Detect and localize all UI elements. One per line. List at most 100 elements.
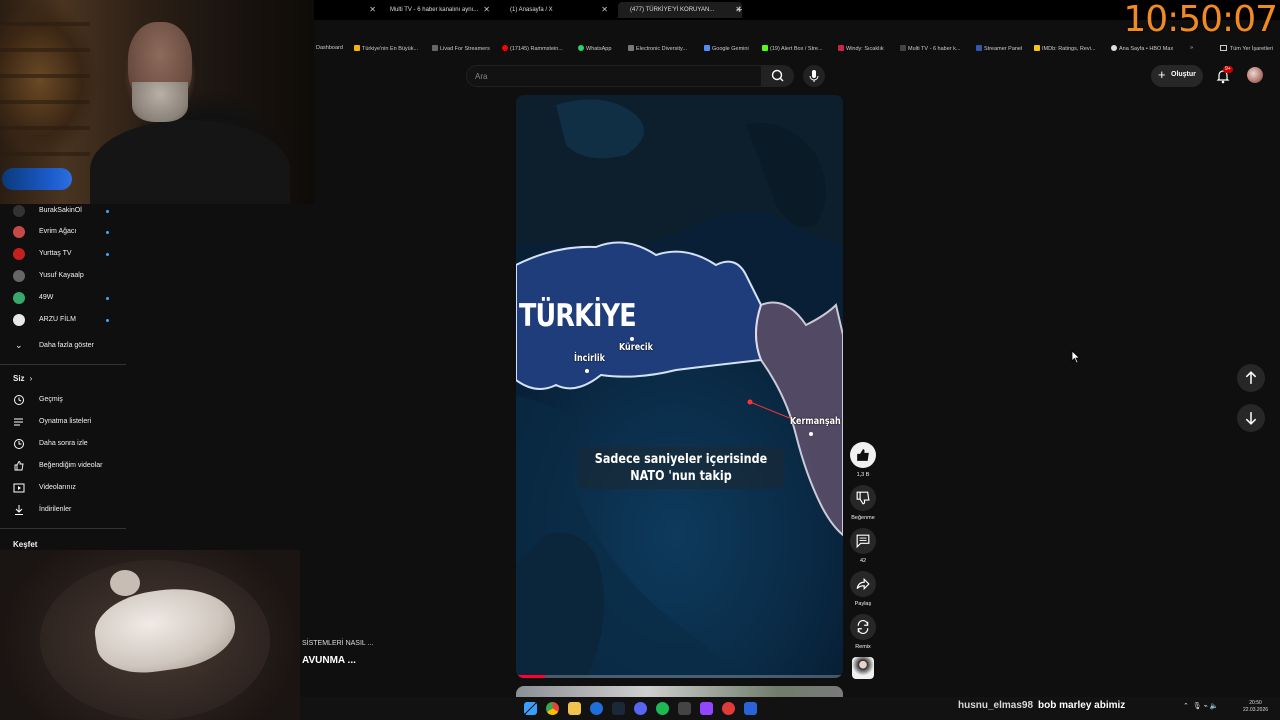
sidebar-item-playlists[interactable]: Oynatma listeleri (0, 411, 126, 433)
bookmark-item[interactable]: IMDb: Ratings, Revi... (1034, 45, 1096, 52)
network-icon: ⌁ (1203, 703, 1208, 710)
arrow-up-icon (1245, 371, 1257, 384)
sidebar-subscription[interactable]: Evrim Ağacı (0, 221, 126, 243)
tab-youtube-active[interactable]: (477) TÜRKİYE'Yİ KORUYAN... ✕ (618, 2, 742, 18)
stream-clock: 10:50:07 (1123, 0, 1278, 40)
thumbs-up-icon (857, 449, 869, 461)
plus-icon: + (1158, 67, 1166, 82)
notifications-button[interactable]: 9+ (1215, 66, 1233, 85)
taskbar (300, 697, 1280, 720)
you-section-header[interactable]: Siz › (13, 374, 32, 383)
bookmark-item[interactable]: Streamer Panel (976, 45, 1022, 52)
bookmark-item[interactable]: Dashboard (316, 45, 343, 51)
bookmark-item[interactable]: Türkiye'nin En Büyük... (354, 45, 418, 52)
pet-camera-overlay (0, 550, 300, 720)
bookmark-item[interactable]: Electronic Diversity... (628, 45, 687, 52)
previous-short-button[interactable] (1237, 364, 1265, 392)
map-place-label: Kermanşah (790, 416, 841, 427)
chrome-icon[interactable] (546, 702, 559, 715)
divider (0, 364, 126, 365)
sidebar-item-liked[interactable]: Beğendiğim videolar (0, 455, 126, 477)
search-input[interactable]: Ara (466, 65, 762, 87)
bookmark-item[interactable]: Multi TV - 6 haber k... (900, 45, 960, 52)
bookmark-item[interactable]: Google Gemini (704, 45, 749, 52)
mic-icon (809, 70, 819, 82)
playlist-icon (14, 418, 23, 426)
volume-icon: 🔈 (1209, 703, 1219, 710)
chevron-up-icon: ⌃ (1183, 703, 1189, 710)
settings-icon[interactable] (744, 702, 757, 715)
map-country-label: TÜRKİYE (519, 298, 637, 334)
bookmarks-overflow-icon[interactable]: » (1190, 45, 1193, 51)
sidebar-subscription[interactable]: Yusuf Kayaalp (0, 265, 126, 287)
video-caption-small: SİSTEMLERİ NASIL ... (302, 640, 374, 647)
sidebar-subscription[interactable]: ARZU FİLM (0, 309, 126, 331)
tab-multi-tv[interactable]: Multi TV - 6 haber kanalını aynı... ✕ (390, 2, 490, 18)
system-tray[interactable]: ⌃ 🎙 ⌁ 🔈 (1183, 702, 1219, 710)
start-icon[interactable] (524, 702, 537, 715)
comments-button[interactable]: 42 (849, 528, 877, 564)
sidebar-item-your-videos[interactable]: Videolarınız (0, 477, 126, 499)
search-icon (771, 69, 784, 82)
remix-button[interactable]: Remix (849, 614, 877, 650)
remix-icon (857, 620, 869, 634)
bookmarks-bar: Dashboard Türkiye'nin En Büyük... Livad … (314, 40, 1280, 59)
notification-badge: 9+ (1223, 66, 1233, 73)
voice-search-button[interactable] (803, 65, 825, 87)
share-button[interactable]: Paylaş (849, 571, 877, 607)
calculator-icon[interactable] (678, 702, 691, 715)
next-short-button[interactable] (1237, 404, 1265, 432)
bookmark-item[interactable]: (17145) Rammstein... (502, 45, 563, 52)
divider (0, 528, 126, 529)
thumbs-up-icon (14, 461, 24, 471)
tab-close-icon[interactable]: ✕ (364, 2, 376, 18)
taskbar-clock[interactable]: 20:50 22.03.2026 (1243, 700, 1268, 714)
streamer-webcam (0, 0, 314, 204)
edge-icon[interactable] (590, 702, 603, 715)
sidebar-subscription[interactable]: Yurttaş TV (0, 243, 126, 265)
steam-icon[interactable] (612, 702, 625, 715)
like-button[interactable]: 1,3 B (849, 442, 877, 478)
account-avatar[interactable] (1247, 67, 1263, 83)
map-place-label: Kürecik (619, 342, 653, 353)
close-icon[interactable]: ✕ (601, 2, 608, 18)
shorts-video-player[interactable]: TÜRKİYE Kürecik İncirlik Kermanşah Sadec… (516, 95, 843, 678)
arrow-down-icon (1245, 412, 1257, 425)
close-icon[interactable]: ✕ (483, 2, 490, 18)
app-icon[interactable] (722, 702, 735, 715)
comment-icon (856, 534, 870, 548)
dislike-button[interactable]: Beğenme (849, 485, 877, 521)
bookmark-item[interactable]: (19) Alert Box / Stre... (762, 45, 823, 52)
sidebar-subscription[interactable]: 49W (0, 287, 126, 309)
chevron-right-icon: › (29, 374, 33, 383)
download-icon (15, 505, 23, 515)
all-bookmarks[interactable]: Tüm Yer İşaretleri (1219, 45, 1273, 52)
twitch-icon[interactable] (700, 702, 713, 715)
sidebar-item-downloads[interactable]: İndirilenler (0, 499, 126, 521)
file-explorer-icon[interactable] (568, 702, 581, 715)
channel-thumbnail[interactable] (852, 657, 874, 679)
mouse-cursor-icon (1071, 350, 1081, 364)
sidebar-item-history[interactable]: Geçmiş (0, 389, 126, 411)
discord-icon[interactable] (634, 702, 647, 715)
sidebar: BurakSakinOl Evrim Ağacı Yurttaş TV Yusu… (0, 204, 126, 554)
create-button[interactable]: + Oluştur (1151, 65, 1203, 87)
bookmark-item[interactable]: Windy: Sıcaklık (838, 45, 884, 52)
chat-overlay: husnu_elmas98 bob marley abimiz (958, 700, 1126, 711)
map-illustration (516, 95, 843, 678)
show-more-button[interactable]: ⌄ Daha fazla göster (0, 335, 126, 357)
tab-x-home[interactable]: (1) Anasayfa / X ✕ (500, 2, 608, 18)
video-caption-big: AVUNMA ... (302, 655, 356, 666)
new-tab-button[interactable]: + (736, 2, 742, 18)
spotify-icon[interactable] (656, 702, 669, 715)
video-progress-bar[interactable] (516, 675, 843, 678)
bookmark-item[interactable]: Livad For Streamers (432, 45, 490, 52)
bookmark-item[interactable]: Ana Sayfa • HBO Max (1111, 45, 1173, 52)
search-button[interactable] (762, 65, 794, 87)
map-place-label: İncirlik (574, 353, 605, 364)
thumbs-down-icon (856, 491, 870, 505)
sidebar-item-watch-later[interactable]: Daha sonra izle (0, 433, 126, 455)
sidebar-subscription[interactable]: BurakSakinOl (0, 200, 126, 222)
video-subtitle: Sadece saniyeler içerisinde NATO 'nun ta… (577, 447, 785, 489)
bookmark-item[interactable]: WhatsApp (578, 45, 611, 52)
